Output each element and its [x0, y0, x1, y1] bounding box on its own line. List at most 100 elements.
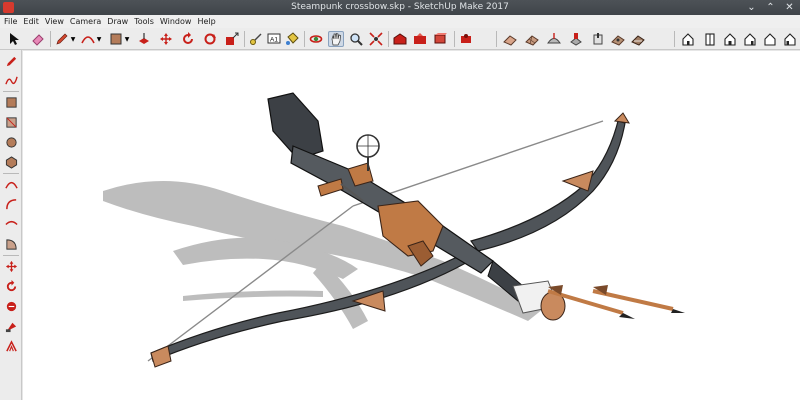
toolbar-separator — [3, 255, 19, 256]
sandbox-drape-tool-button[interactable] — [590, 31, 606, 47]
sandbox-contours-tool-button[interactable] — [502, 31, 518, 47]
sandbox-grid-icon — [525, 35, 539, 46]
menu-edit[interactable]: Edit — [22, 15, 44, 28]
arrow-icon — [10, 33, 19, 45]
warehouse-tool-button[interactable] — [392, 31, 408, 47]
offset-tool-button[interactable] — [3, 338, 19, 354]
toolbar-separator — [304, 31, 305, 47]
offset-icon — [5, 339, 17, 351]
stamp-icon — [570, 33, 582, 46]
toolbar-separator — [496, 31, 497, 47]
zoom-extents-tool-button[interactable] — [368, 31, 384, 47]
shape-tool-button[interactable] — [108, 31, 124, 47]
iso-view-button[interactable] — [680, 31, 696, 47]
paint-bucket-tool-button[interactable] — [284, 31, 300, 47]
polygon-tool-button[interactable] — [3, 154, 19, 170]
back-view-button[interactable] — [762, 31, 778, 47]
back-house-icon — [764, 33, 776, 46]
extension-tool-button[interactable] — [458, 31, 474, 47]
shape-tool-dropdown[interactable]: ▼ — [123, 31, 131, 47]
chevron-down-icon: ▼ — [70, 35, 76, 43]
share-model-tool-button[interactable] — [412, 31, 428, 47]
model-viewport[interactable] — [23, 51, 800, 400]
pie-icon — [5, 238, 17, 250]
right-house-icon — [744, 33, 756, 46]
move-tool-button[interactable] — [3, 258, 19, 274]
arc-tool-button[interactable] — [3, 176, 19, 192]
minimize-button[interactable]: ⌄ — [745, 1, 758, 14]
select-tool-button[interactable] — [6, 31, 22, 47]
rotate-tool-button[interactable] — [3, 278, 19, 294]
components-tool-button[interactable] — [432, 31, 448, 47]
move-icon — [160, 33, 172, 45]
pie-tool-button[interactable] — [3, 236, 19, 252]
zoom-extents-icon — [369, 32, 383, 46]
scale-icon — [226, 32, 239, 45]
extension-icon — [461, 34, 471, 43]
text-tool-label: A1 — [270, 37, 278, 44]
scale-icon — [6, 301, 16, 311]
push-pull-tool-button[interactable] — [136, 31, 152, 47]
hand-icon — [331, 33, 341, 46]
line-tool-dropdown[interactable]: ▼ — [69, 31, 77, 47]
menu-window[interactable]: Window — [159, 15, 197, 28]
iso-house-icon — [682, 33, 694, 46]
rectangle-icon — [5, 96, 17, 108]
menu-tools[interactable]: Tools — [133, 15, 159, 28]
menu-help[interactable]: Help — [196, 15, 220, 28]
text-tool-button[interactable]: A1 — [266, 31, 282, 47]
front-house-icon — [724, 33, 736, 46]
front-view-button[interactable] — [722, 31, 738, 47]
sandbox-icon — [503, 35, 517, 46]
sandbox-scratch-tool-button[interactable] — [524, 31, 540, 47]
three-point-arc-tool-button[interactable] — [3, 216, 19, 232]
title-bar: Steampunk crossbow.skp - SketchUp Make 2… — [0, 0, 800, 15]
toolbar-separator — [674, 31, 675, 47]
top-view-button[interactable] — [702, 31, 718, 47]
menu-view[interactable]: View — [44, 15, 69, 28]
rotate-icon — [183, 32, 193, 44]
line-tool-button[interactable] — [3, 53, 19, 69]
right-view-button[interactable] — [742, 31, 758, 47]
left-view-button[interactable] — [782, 31, 798, 47]
left-toolbar — [0, 50, 22, 400]
smoove-icon — [547, 33, 561, 44]
magnifier-icon — [350, 33, 363, 46]
toolbar-separator — [244, 31, 245, 47]
follow-me-tool-button[interactable] — [3, 318, 19, 334]
sandbox-stamp-tool-button[interactable] — [568, 31, 584, 47]
arc-icon — [81, 36, 95, 44]
orbit-tool-button[interactable] — [308, 31, 324, 47]
line-tool-button[interactable] — [54, 31, 70, 47]
menu-file[interactable]: File — [3, 15, 22, 28]
rotate-tool-button[interactable] — [180, 31, 196, 47]
circle-tool-button[interactable] — [3, 134, 19, 150]
scale-tool-button[interactable] — [224, 31, 240, 47]
pan-tool-button[interactable] — [328, 31, 344, 47]
rectangle-tool-button[interactable] — [3, 94, 19, 110]
scale-tool-button[interactable] — [3, 298, 19, 314]
tape-measure-tool-button[interactable] — [248, 31, 264, 47]
zoom-tool-button[interactable] — [348, 31, 364, 47]
close-button[interactable]: ✕ — [783, 1, 796, 14]
move-tool-button[interactable] — [158, 31, 174, 47]
sandbox-flip-edge-tool-button[interactable] — [630, 31, 646, 47]
drape-icon — [593, 33, 603, 45]
freehand-tool-button[interactable] — [3, 72, 19, 88]
maximize-button[interactable]: ⌃ — [764, 1, 777, 14]
menu-camera[interactable]: Camera — [69, 15, 106, 28]
sandbox-add-detail-tool-button[interactable] — [610, 31, 626, 47]
rotate-alt-tool-button[interactable] — [202, 31, 218, 47]
sandbox-smoove-tool-button[interactable] — [546, 31, 562, 47]
move-icon — [5, 260, 17, 272]
circle-icon — [5, 136, 17, 148]
flip-edge-icon — [631, 35, 645, 46]
menu-draw[interactable]: Draw — [106, 15, 133, 28]
polygon-icon — [5, 155, 17, 169]
arc-tool-dropdown[interactable]: ▼ — [95, 31, 103, 47]
eraser-tool-button[interactable] — [30, 31, 46, 47]
two-point-arc-tool-button[interactable] — [3, 196, 19, 212]
toolbar-separator — [388, 31, 389, 47]
arc-tool-button[interactable] — [80, 31, 96, 47]
rotated-rectangle-tool-button[interactable] — [3, 114, 19, 130]
